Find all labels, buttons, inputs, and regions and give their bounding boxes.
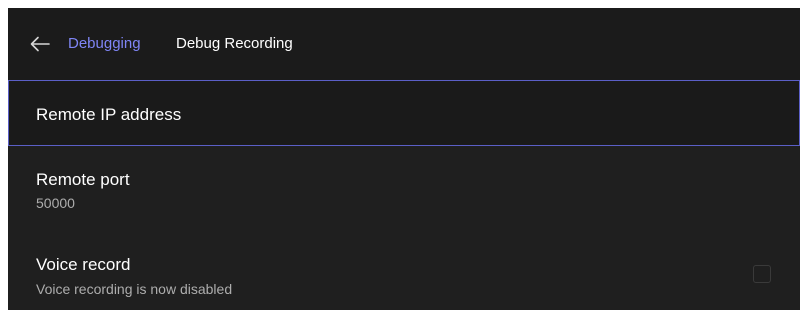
remote-port-value: 50000 [36, 195, 75, 211]
remote-port-setting[interactable]: Remote port 50000 [8, 146, 800, 228]
top-bar: Debugging Debug Recording [8, 8, 800, 80]
remote-ip-address-setting[interactable]: Remote IP address [8, 80, 800, 146]
remote-ip-address-label: Remote IP address [36, 105, 182, 124]
breadcrumb-parent-debugging[interactable]: Debugging [68, 35, 141, 52]
page-title: Debug Recording [176, 35, 293, 52]
voice-record-label: Voice record [36, 255, 131, 274]
arrow-left-icon [30, 36, 50, 52]
voice-record-status: Voice recording is now disabled [36, 281, 233, 297]
remote-port-label: Remote port [36, 170, 130, 189]
back-button[interactable] [28, 32, 52, 56]
voice-record-checkbox[interactable] [753, 265, 771, 283]
voice-record-setting[interactable]: Voice record Voice recording is now disa… [8, 228, 800, 310]
debug-recording-screen: Debugging Debug Recording Remote IP addr… [8, 8, 800, 310]
